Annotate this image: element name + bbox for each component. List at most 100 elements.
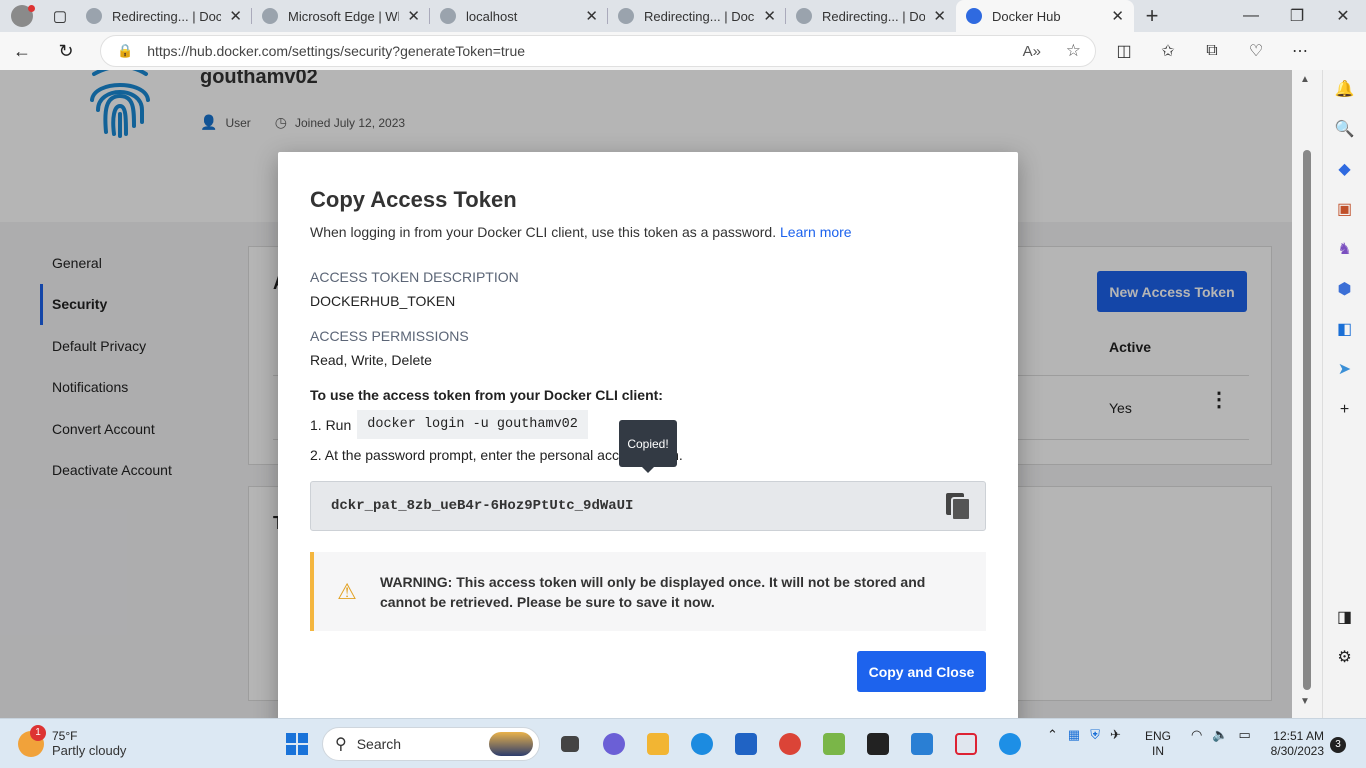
shopping-icon[interactable]: ◆ (1323, 150, 1366, 190)
warning-text: WARNING: This access token will only be … (380, 573, 926, 610)
sidebar-toggle-icon[interactable]: ◨ (1323, 598, 1366, 638)
read-aloud-icon[interactable]: A» (1023, 43, 1041, 60)
login-command[interactable]: docker login -u gouthamv02 (357, 410, 588, 439)
notification-badge[interactable]: 3 (1330, 737, 1346, 753)
close-tab-icon[interactable]: ✕ (585, 7, 598, 25)
token-permissions-value: Read, Write, Delete (310, 352, 432, 368)
docker-icon[interactable] (988, 727, 1032, 761)
copied-tooltip: Copied! (619, 420, 677, 473)
token-permissions-label: ACCESS PERMISSIONS (310, 328, 469, 344)
battery-icon[interactable]: ▭ (1239, 727, 1251, 743)
favorites-icon[interactable]: ✩ (1146, 41, 1190, 61)
close-tab-icon[interactable]: ✕ (933, 7, 946, 25)
tab[interactable]: Redirecting... | Docker✕ (786, 0, 956, 32)
profile-avatar[interactable] (0, 0, 44, 32)
language-indicator[interactable]: ENG IN (1145, 729, 1171, 759)
teams-chat-icon[interactable] (592, 727, 636, 761)
close-tab-icon[interactable]: ✕ (763, 7, 776, 25)
page-scrollbar[interactable]: ▲ ▼ (1292, 70, 1322, 718)
tab[interactable]: Redirecting... | Docker✕ (608, 0, 786, 32)
weather-badge: 1 (30, 724, 46, 741)
task-view-icon[interactable] (548, 727, 592, 761)
tray-vpn-icon[interactable]: ✈ (1110, 727, 1121, 743)
bell-icon[interactable]: 🔔 (1323, 70, 1366, 110)
back-icon[interactable]: ← (0, 41, 44, 62)
weather-desc: Partly cloudy (52, 743, 127, 758)
drop-icon[interactable]: ➤ (1323, 350, 1366, 390)
close-tab-icon[interactable]: ✕ (407, 7, 420, 25)
add-icon[interactable]: + (1323, 390, 1366, 430)
more-menu-icon[interactable]: ⋯ (1278, 41, 1322, 61)
refresh-icon[interactable]: ↻ (44, 41, 88, 62)
address-bar[interactable]: 🔒 https://hub.docker.com/settings/securi… (100, 35, 1096, 67)
search-icon: ⚲ (335, 736, 347, 753)
browser-tools: ◫ ✩ ⧉ ♡ ⋯ (1102, 32, 1322, 70)
window-controls: — ❐ ✕ (1228, 0, 1366, 32)
chrome-icon[interactable] (768, 727, 812, 761)
collections-icon[interactable]: ⧉ (1190, 42, 1234, 60)
photos-icon[interactable] (900, 727, 944, 761)
microsoft-365-icon[interactable]: ⬢ (1323, 270, 1366, 310)
tab-favicon-icon (86, 8, 102, 24)
split-screen-icon[interactable]: ◫ (1102, 41, 1146, 61)
instruction-step-1: 1. Run docker login -u gouthamv02 (310, 410, 588, 439)
search-highlight-image (489, 732, 533, 756)
access-token-field[interactable]: dckr_pat_8zb_ueB4r-6Hoz9PtUtc_9dWaUI (310, 481, 986, 531)
snipping-tool-icon[interactable] (944, 727, 988, 761)
tab[interactable]: localhost ✕ (430, 0, 608, 32)
tab-favicon-icon (262, 8, 278, 24)
scroll-down-icon[interactable]: ▼ (1300, 696, 1310, 707)
edge-browser-icon[interactable] (680, 727, 724, 761)
lock-icon[interactable]: 🔒 (117, 43, 133, 59)
weather-temp: 75°F (52, 729, 78, 743)
status-icons[interactable]: ◠ 🔈 ▭ (1186, 727, 1256, 743)
clock-time: 12:51 AM (1273, 729, 1324, 743)
weather-widget[interactable]: 1 75°F Partly cloudy (18, 724, 127, 758)
games-icon[interactable]: ♞ (1323, 230, 1366, 270)
token-description-label: ACCESS TOKEN DESCRIPTION (310, 269, 519, 285)
security-icon[interactable]: ⛨ (1090, 727, 1100, 743)
windows-start-icon[interactable] (286, 733, 308, 755)
learn-more-link[interactable]: Learn more (780, 224, 852, 240)
access-token-value[interactable]: dckr_pat_8zb_ueB4r-6Hoz9PtUtc_9dWaUI (331, 498, 633, 514)
taskbar: 1 75°F Partly cloudy ⚲ Search ⌃ ▦ ⛨ ✈ EN… (0, 718, 1366, 768)
settings-gear-icon[interactable]: ⚙ (1323, 638, 1366, 678)
performance-icon[interactable]: ♡ (1234, 41, 1278, 61)
copy-icon[interactable] (945, 492, 973, 522)
taskbar-search[interactable]: ⚲ Search (322, 727, 540, 761)
volume-icon[interactable]: 🔈 (1212, 727, 1228, 743)
tools-icon[interactable]: ▣ (1323, 190, 1366, 230)
minimize-icon[interactable]: — (1228, 0, 1274, 32)
url-text[interactable]: https://hub.docker.com/settings/security… (147, 43, 525, 59)
restore-icon[interactable]: ❐ (1274, 0, 1320, 32)
microsoft-store-icon[interactable] (724, 727, 768, 761)
favorite-star-icon[interactable]: ☆ (1066, 41, 1081, 61)
terminal-icon[interactable] (856, 727, 900, 761)
close-window-icon[interactable]: ✕ (1320, 0, 1366, 32)
copy-token-modal: Copy Access Token When logging in from y… (278, 152, 1018, 718)
wifi-icon[interactable]: ◠ (1191, 727, 1202, 743)
clock[interactable]: 12:51 AM 8/30/2023 (1262, 729, 1324, 759)
tab-active[interactable]: Docker Hub ✕ (956, 0, 1134, 32)
close-tab-icon[interactable]: ✕ (1111, 7, 1124, 25)
file-explorer-icon[interactable] (636, 727, 680, 761)
tab-actions-icon[interactable]: ▢ (44, 0, 76, 32)
tray-app-icon[interactable]: ▦ (1068, 727, 1080, 743)
scroll-thumb[interactable] (1303, 150, 1311, 690)
copy-and-close-button[interactable]: Copy and Close (857, 651, 986, 692)
tab[interactable]: Redirecting... | Docker✕ (76, 0, 252, 32)
scroll-up-icon[interactable]: ▲ (1300, 74, 1310, 85)
outlook-icon[interactable]: ◧ (1323, 310, 1366, 350)
address-toolbar: ← ↻ 🔒 https://hub.docker.com/settings/se… (0, 32, 1366, 70)
tab[interactable]: Microsoft Edge | What✕ (252, 0, 430, 32)
notepad-icon[interactable] (812, 727, 856, 761)
token-description-value: DOCKERHUB_TOKEN (310, 293, 456, 309)
close-tab-icon[interactable]: ✕ (229, 7, 242, 25)
tray-chevron-icon[interactable]: ⌃ (1047, 727, 1058, 743)
search-icon[interactable]: 🔍 (1323, 110, 1366, 150)
instructions-title: To use the access token from your Docker… (310, 387, 663, 403)
system-tray: ⌃ ▦ ⛨ ✈ (1042, 727, 1126, 743)
modal-title: Copy Access Token (310, 187, 517, 212)
tab-strip: ▢ Redirecting... | Docker✕ Microsoft Edg… (0, 0, 1366, 32)
new-tab-button[interactable]: + (1134, 3, 1170, 29)
